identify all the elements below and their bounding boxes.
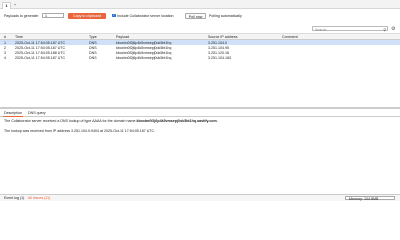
detail-description-line-1: The Collaborator server received a DNS l… — [4, 119, 394, 124]
cell-payload: kboxbn0f2j6p4k5vmsepj0ok5bt1hq — [116, 40, 172, 45]
all-issues-link[interactable]: All issues (11) — [28, 196, 50, 200]
copy-to-clipboard-button[interactable]: Copy to clipboard — [68, 12, 106, 19]
cell-source-ip: 3.251.104.95 — [208, 45, 229, 50]
col-header-time[interactable]: Time — [15, 35, 85, 39]
interactions-table: # Time Type Payload Source IP address Co… — [0, 33, 400, 61]
search-placeholder: Search — [315, 27, 327, 32]
table-header: # Time Type Payload Source IP address Co… — [0, 33, 400, 40]
cell-type: DNS — [89, 56, 97, 61]
col-header-type[interactable]: Type — [89, 35, 111, 39]
cell-payload: kboxbn0f2j6p4k5vmsepj0ok5bt1hq — [116, 45, 172, 50]
include-location-checkbox[interactable]: ✓ — [112, 13, 116, 17]
cell-time: 2025-Oct-11 17:54:05.188 UTC — [15, 50, 66, 55]
description-suffix: . — [216, 119, 218, 123]
cell-number: 3 — [4, 50, 6, 55]
cell-type: DNS — [89, 40, 97, 45]
description-domain: kboxbn0f2j6p4k5vmsepj0ok5bt1hq.oastify.c… — [136, 119, 217, 123]
status-bar: Event log (1) All issues (11) Memory: 10… — [0, 194, 400, 201]
payloads-count-input[interactable]: 1 — [42, 13, 64, 18]
tab-bar: 1 + — [0, 0, 400, 9]
cell-number: 4 — [4, 56, 6, 61]
cell-number: 1 — [4, 40, 6, 45]
cell-type: DNS — [89, 45, 97, 50]
col-header-source-ip[interactable]: Source IP address — [208, 35, 280, 39]
poll-now-button[interactable]: Poll now — [185, 12, 206, 19]
cell-payload: kboxbn0f2j6p4k5vmsepj0ok5bt1hq — [116, 50, 172, 55]
cell-type: DNS — [89, 50, 97, 55]
tab-dns-query[interactable]: DNS query — [27, 111, 47, 116]
include-location-label: Include Collaborator server location — [117, 14, 174, 18]
toolbar: Payloads to generate: 1 Copy to clipboar… — [0, 9, 400, 23]
col-header-payload[interactable]: Payload — [116, 35, 206, 39]
cell-source-ip: 3.251.120.16 — [208, 50, 229, 55]
search-icon: ⚲ — [383, 27, 386, 32]
event-log-link[interactable]: Event log (1) — [4, 196, 24, 200]
col-header-comment[interactable]: Comment — [282, 35, 322, 39]
cell-source-ip: 3.251.104.0 — [208, 40, 227, 45]
description-text: The Collaborator server received a DNS l… — [4, 119, 137, 123]
payloads-label: Payloads to generate: — [4, 14, 39, 18]
cell-number: 2 — [4, 45, 6, 50]
cell-time: 2025-Oct-11 17:54:05.187 UTC — [15, 56, 66, 61]
tab-description[interactable]: Description — [3, 111, 23, 117]
memory-label: Memory: 104.8MB — [349, 197, 379, 201]
gear-icon[interactable]: ⚙ — [391, 26, 395, 32]
table-row[interactable]: 4 2025-Oct-11 17:54:05.187 UTC DNS kboxb… — [0, 56, 400, 61]
cell-time: 2025-Oct-11 17:54:05.187 UTC — [15, 40, 66, 45]
col-header-number[interactable]: # — [4, 35, 14, 39]
cell-payload: kboxbn0f2j6p4k5vmsepj0ok5bt1hq — [116, 56, 172, 61]
memory-indicator: Memory: 104.8MB — [345, 196, 395, 201]
detail-description-line-2: The lookup was received from IP address … — [4, 129, 156, 133]
polling-status: Polling automatically — [209, 14, 242, 18]
cell-source-ip: 3.251.104.183 — [208, 56, 231, 61]
cell-time: 2025-Oct-11 17:54:05.187 UTC — [15, 45, 66, 50]
tab-1[interactable]: 1 — [2, 1, 11, 9]
split-pane-divider[interactable] — [0, 107, 400, 109]
search-input[interactable]: Search ⚲ — [312, 26, 388, 32]
add-tab-button[interactable]: + — [12, 2, 18, 8]
detail-tabs: Description DNS query — [0, 110, 400, 117]
